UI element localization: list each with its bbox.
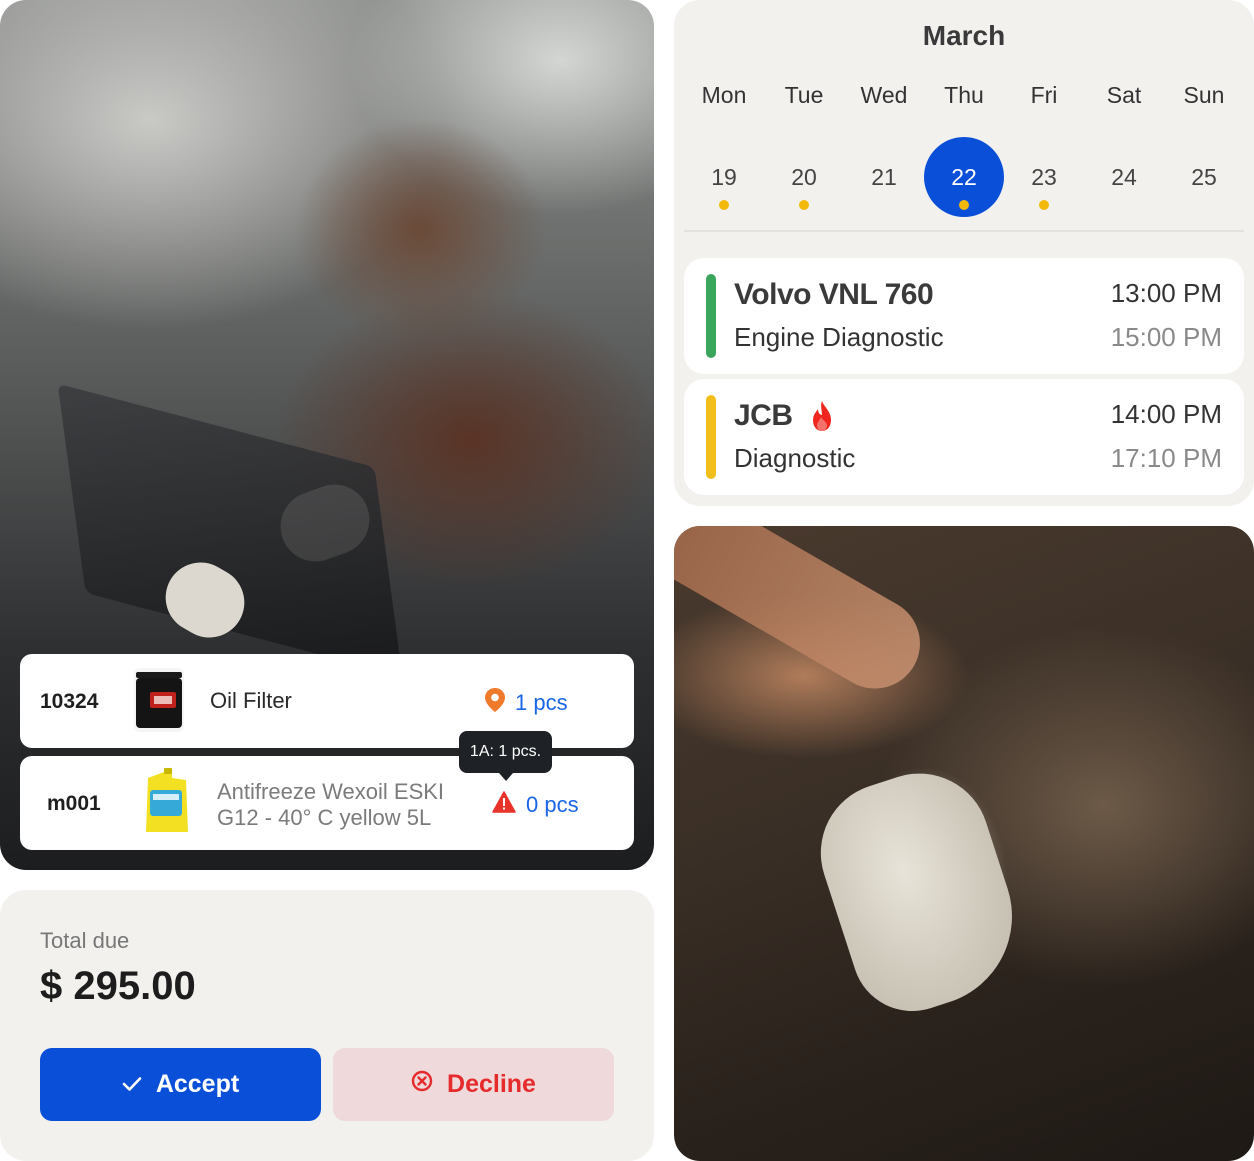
arm-shape: [674, 526, 937, 705]
check-icon: [122, 1070, 142, 1099]
day-number[interactable]: 25: [1164, 137, 1244, 217]
part-stock[interactable]: 0 pcs: [492, 791, 579, 819]
part-name: Oil Filter: [210, 688, 292, 713]
stock-tooltip: 1A: 1 pcs.: [459, 731, 552, 781]
day-number-label: 20: [791, 163, 817, 190]
day-name: Fri: [1030, 82, 1058, 108]
appointment-title: Volvo VNL 760: [734, 278, 934, 311]
appointment-start-time: 14:00 PM: [1110, 399, 1222, 429]
day-sun[interactable]: Sun 25: [1164, 82, 1244, 190]
day-number-label: 25: [1191, 163, 1217, 190]
appointment-subtitle: Diagnostic: [734, 443, 856, 473]
day-name: Sat: [1106, 82, 1142, 108]
part-qty-label: 1 pcs: [515, 690, 568, 715]
part-code: m001: [47, 792, 101, 815]
part-code: 10324: [40, 690, 99, 713]
event-dot: [719, 200, 729, 210]
warning-icon: [492, 791, 516, 819]
location-pin-icon: [485, 688, 505, 718]
accept-label: Accept: [155, 1070, 240, 1098]
part-stock[interactable]: 1 pcs: [485, 688, 568, 718]
decline-button[interactable]: Decline: [333, 1048, 614, 1121]
cancel-circle-icon: [411, 1070, 433, 1099]
engine-photo: [674, 526, 1254, 1161]
day-name: Wed: [860, 82, 908, 108]
appointment-start-time: 13:00 PM: [1110, 278, 1222, 308]
day-number-label: 19: [711, 163, 737, 190]
day-fri[interactable]: Fri 23: [1004, 82, 1084, 210]
oil-filter-thumbnail: [130, 666, 188, 734]
glove-shape: [802, 755, 1036, 1027]
day-number-label: 21: [871, 163, 897, 190]
event-dot: [959, 200, 969, 210]
accept-button[interactable]: Accept: [40, 1048, 321, 1121]
part-qty-label: 0 pcs: [526, 792, 579, 817]
part-name: Antifreeze Wexoil ESKI G12 - 40° C yello…: [217, 779, 444, 831]
laptop-shape: [57, 383, 403, 677]
appointment-color-bar: [706, 274, 716, 358]
appointment-end-time: 17:10 PM: [1110, 443, 1222, 473]
event-dot: [799, 200, 809, 210]
month-title: March: [922, 20, 1006, 51]
divider: [684, 230, 1244, 232]
appointment-end-time: 15:00 PM: [1110, 322, 1222, 352]
calendar-card: March Mon 19 Tue 20 Wed 21 Thu 22 Fri 23…: [674, 0, 1254, 506]
appointment-subtitle: Engine Diagnostic: [734, 322, 944, 352]
antifreeze-bottle-thumbnail: [138, 768, 196, 836]
day-sat[interactable]: Sat 24: [1084, 82, 1164, 190]
day-name: Mon: [701, 82, 747, 108]
day-name: Thu: [944, 82, 984, 108]
day-mon[interactable]: Mon 19: [684, 82, 764, 210]
day-wed[interactable]: Wed 21: [844, 82, 924, 190]
day-number-label: 23: [1031, 163, 1057, 190]
decline-label: Decline: [447, 1070, 536, 1098]
day-thu[interactable]: Thu 22: [924, 82, 1004, 217]
total-label: Total due: [40, 928, 130, 953]
total-card: Total due $ 295.00 Accept Decline: [0, 890, 654, 1161]
day-tue[interactable]: Tue 20: [764, 82, 844, 210]
appointment-card[interactable]: JCB Diagnostic 14:00 PM 17:10 PM: [684, 379, 1244, 495]
appointment-color-bar: [706, 395, 716, 479]
part-name-line: G12 - 40° C yellow 5L: [217, 805, 432, 830]
day-number-label: 24: [1111, 163, 1137, 190]
total-amount: $ 295.00: [40, 964, 196, 1008]
day-name: Tue: [784, 82, 824, 108]
day-number[interactable]: 21: [844, 137, 924, 217]
appointment-title: JCB: [734, 399, 835, 433]
event-dot: [1039, 200, 1049, 210]
day-number[interactable]: 24: [1084, 137, 1164, 217]
day-number-label: 22: [951, 163, 977, 190]
part-name-line: Antifreeze Wexoil ESKI: [217, 779, 445, 804]
appointment-card[interactable]: Volvo VNL 760 Engine Diagnostic 13:00 PM…: [684, 258, 1244, 374]
flame-icon: [809, 400, 835, 432]
day-name: Sun: [1183, 82, 1225, 108]
